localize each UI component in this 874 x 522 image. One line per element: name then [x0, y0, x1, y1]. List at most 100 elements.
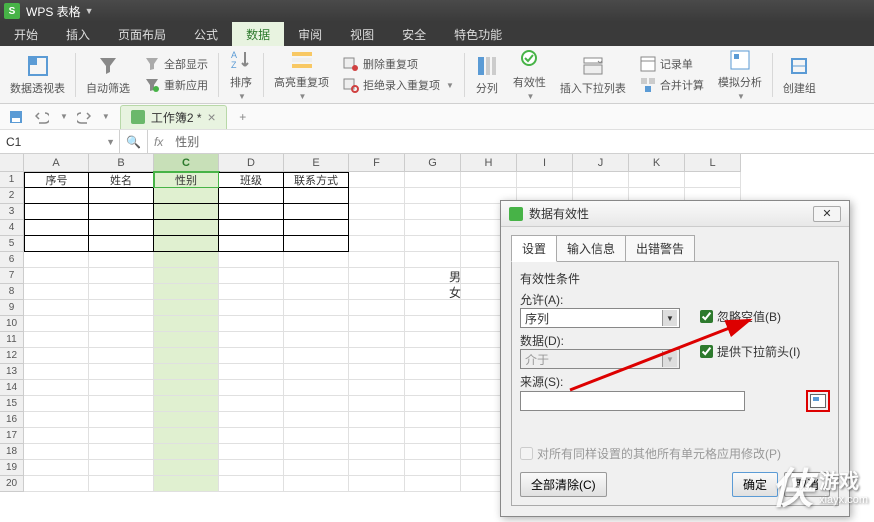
cell[interactable]: [284, 188, 349, 204]
cell[interactable]: [284, 284, 349, 300]
cell[interactable]: [405, 252, 461, 268]
cell[interactable]: [24, 268, 89, 284]
cell[interactable]: [219, 300, 284, 316]
cell[interactable]: [284, 444, 349, 460]
column-header[interactable]: J: [573, 154, 629, 172]
cell[interactable]: [284, 380, 349, 396]
cell[interactable]: [89, 476, 154, 492]
cell[interactable]: [89, 444, 154, 460]
cell[interactable]: [349, 188, 405, 204]
column-header[interactable]: F: [349, 154, 405, 172]
column-header[interactable]: C: [154, 154, 219, 172]
app-menu-dropdown-icon[interactable]: ▼: [85, 6, 94, 16]
cell[interactable]: [349, 252, 405, 268]
cell[interactable]: [284, 252, 349, 268]
name-box[interactable]: C1 ▼: [0, 130, 120, 153]
close-tab-icon[interactable]: ×: [208, 109, 216, 125]
reapply-button[interactable]: 重新应用: [144, 75, 208, 95]
cell[interactable]: 序号: [24, 172, 89, 188]
row-header[interactable]: 13: [0, 364, 24, 380]
dialog-titlebar[interactable]: 数据有效性 ✕: [501, 201, 849, 227]
cell[interactable]: [219, 268, 284, 284]
column-header[interactable]: K: [629, 154, 685, 172]
cell[interactable]: [154, 268, 219, 284]
cell[interactable]: [405, 188, 461, 204]
row-header[interactable]: 9: [0, 300, 24, 316]
workbook-tab[interactable]: 工作簿2 * ×: [120, 105, 227, 129]
cell[interactable]: [405, 236, 461, 252]
cell[interactable]: [219, 332, 284, 348]
column-header[interactable]: B: [89, 154, 154, 172]
cell[interactable]: [284, 204, 349, 220]
cell[interactable]: [629, 172, 685, 188]
cell[interactable]: [284, 412, 349, 428]
ignore-blank-checkbox[interactable]: 忽略空值(B): [700, 308, 830, 325]
cell[interactable]: [349, 444, 405, 460]
cell[interactable]: [89, 364, 154, 380]
cell[interactable]: [405, 412, 461, 428]
cell[interactable]: [349, 332, 405, 348]
cell[interactable]: [24, 284, 89, 300]
cell[interactable]: [349, 220, 405, 236]
chevron-down-icon[interactable]: ▼: [60, 112, 68, 121]
ribbon-tab-6[interactable]: 视图: [336, 22, 388, 46]
cell[interactable]: [284, 332, 349, 348]
cell[interactable]: [89, 204, 154, 220]
cell[interactable]: [219, 428, 284, 444]
autofilter-button[interactable]: 自动筛选: [86, 54, 130, 96]
cell[interactable]: [24, 444, 89, 460]
cell[interactable]: [24, 412, 89, 428]
cell[interactable]: [405, 204, 461, 220]
cell[interactable]: [405, 300, 461, 316]
text-to-columns-button[interactable]: 分列: [475, 54, 499, 96]
cell[interactable]: [284, 236, 349, 252]
cell[interactable]: [154, 316, 219, 332]
cell[interactable]: [219, 204, 284, 220]
cell[interactable]: [24, 396, 89, 412]
cell[interactable]: 班级: [219, 172, 284, 188]
cell[interactable]: [685, 172, 741, 188]
clear-all-button[interactable]: 全部清除(C): [520, 472, 607, 497]
cell[interactable]: [24, 316, 89, 332]
cell[interactable]: [219, 412, 284, 428]
row-header[interactable]: 19: [0, 460, 24, 476]
cell[interactable]: [89, 188, 154, 204]
new-tab-button[interactable]: +: [233, 107, 253, 127]
column-header[interactable]: H: [461, 154, 517, 172]
cell[interactable]: [405, 428, 461, 444]
cell[interactable]: [219, 396, 284, 412]
formula-input[interactable]: 性别: [169, 133, 874, 150]
cell[interactable]: [89, 316, 154, 332]
cell[interactable]: [154, 348, 219, 364]
search-icon[interactable]: 🔍: [126, 135, 141, 149]
cell[interactable]: [154, 300, 219, 316]
cell[interactable]: [89, 332, 154, 348]
row-header[interactable]: 6: [0, 252, 24, 268]
row-header[interactable]: 11: [0, 332, 24, 348]
row-header[interactable]: 15: [0, 396, 24, 412]
ribbon-tab-8[interactable]: 特色功能: [440, 22, 516, 46]
sort-button[interactable]: AZ 排序▼: [229, 48, 253, 101]
range-selector-button[interactable]: [806, 390, 830, 412]
cell[interactable]: [24, 332, 89, 348]
row-header[interactable]: 1: [0, 172, 24, 188]
cell[interactable]: [24, 460, 89, 476]
cell[interactable]: [284, 268, 349, 284]
cell[interactable]: [405, 380, 461, 396]
chevron-down-icon[interactable]: ▼: [106, 137, 115, 147]
cell[interactable]: [461, 172, 517, 188]
cell[interactable]: [349, 428, 405, 444]
cell[interactable]: [24, 300, 89, 316]
cell[interactable]: [405, 396, 461, 412]
cell[interactable]: [349, 476, 405, 492]
cell[interactable]: [284, 364, 349, 380]
ribbon-tab-5[interactable]: 审阅: [284, 22, 336, 46]
cell[interactable]: [349, 364, 405, 380]
cell[interactable]: [349, 396, 405, 412]
column-header[interactable]: I: [517, 154, 573, 172]
cell[interactable]: [219, 476, 284, 492]
row-header[interactable]: 3: [0, 204, 24, 220]
cell[interactable]: [89, 380, 154, 396]
cell[interactable]: [24, 188, 89, 204]
cell[interactable]: [154, 220, 219, 236]
